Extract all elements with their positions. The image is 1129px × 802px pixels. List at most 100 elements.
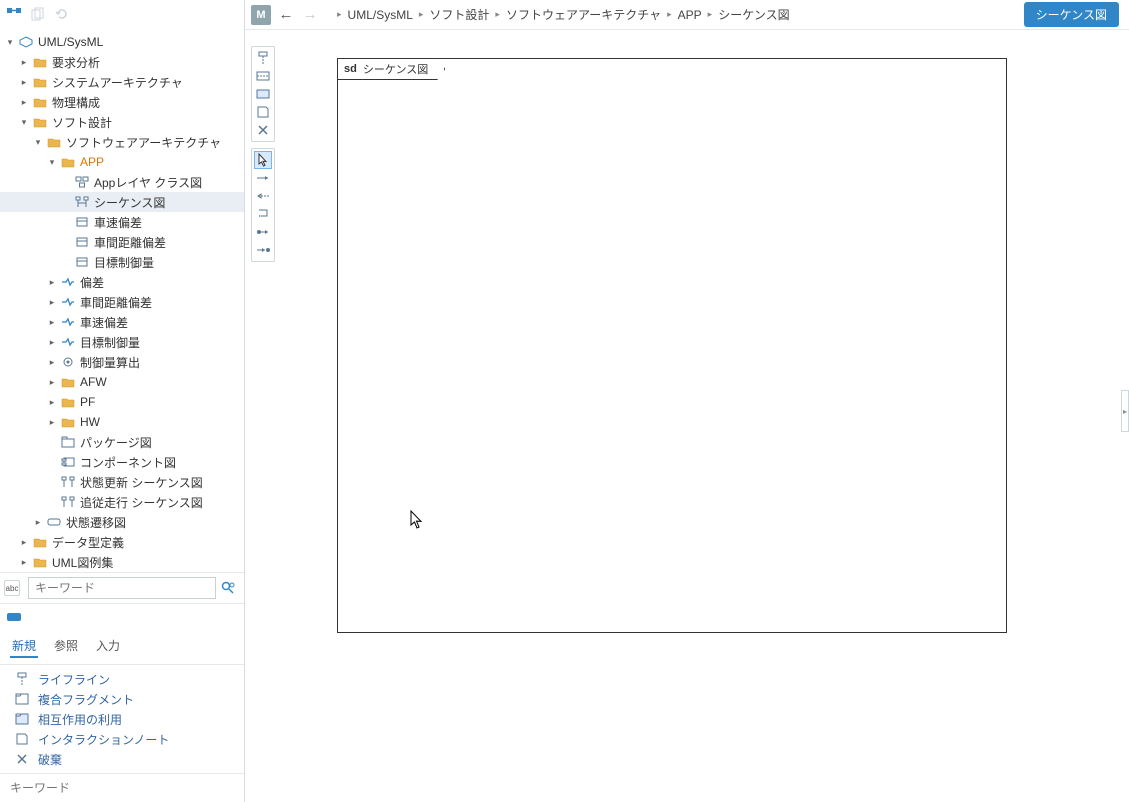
cursor-icon [410,510,424,530]
breadcrumb-item[interactable]: APP [678,8,702,22]
folder-icon [32,74,48,90]
tree-item[interactable]: ▸AFW [0,372,244,392]
lifeline-tool-icon[interactable] [254,49,272,67]
tree-label: Appレイヤ クラス図 [94,174,202,191]
tree-label: 目標制御量 [80,334,140,351]
tree-item[interactable]: ▸PF [0,392,244,412]
breadcrumb-item[interactable]: ソフト設計 [429,6,489,23]
copy-icon[interactable] [30,6,46,22]
tree-item[interactable]: ▸状態遷移図 [0,512,244,532]
tree-item[interactable]: 追従走行 シーケンス図 [0,492,244,512]
tree-item[interactable]: Appレイヤ クラス図 [0,172,244,192]
sync-message-tool-icon[interactable] [254,169,272,187]
tree-item[interactable]: ▸システムアーキテクチャ [0,72,244,92]
tab-input[interactable]: 入力 [94,635,122,658]
caret-icon: ▾ [4,36,16,48]
tool-group-2 [251,148,275,262]
palette-item-fragment[interactable]: 複合フラグメント [0,689,244,709]
chevron-right-icon: ▸ [667,9,672,20]
fragment-tool-icon[interactable] [254,67,272,85]
tab-new[interactable]: 新規 [10,635,38,658]
tree-label: パッケージ図 [80,434,152,451]
tree-label: 物理構成 [52,94,100,111]
tree-label: ソフト設計 [52,114,112,131]
reply-message-tool-icon[interactable] [254,187,272,205]
tree-item[interactable]: ▸車速偏差 [0,312,244,332]
tree-item[interactable]: コンポーネント図 [0,452,244,472]
canvas-area[interactable]: sd シーケンス図 [245,30,1129,802]
tree-item[interactable]: 目標制御量 [0,252,244,272]
overview-icon[interactable] [6,6,22,22]
destroy-tool-icon[interactable] [254,121,272,139]
caret-icon: ▸ [18,96,30,108]
caret-icon: ▸ [18,556,30,568]
caret-icon: ▸ [46,276,58,288]
tree-item[interactable]: ▸ 物理構成 [0,92,244,112]
palette-item-destroy[interactable]: 破棄 [0,749,244,769]
folder-icon [60,374,76,390]
tree-item[interactable]: ▸制御量算出 [0,352,244,372]
component-diagram-icon [60,454,76,470]
tree-item[interactable]: 車速偏差 [0,212,244,232]
note-tool-icon[interactable] [254,103,272,121]
palette-toggle-icon[interactable] [6,609,22,625]
tree-item[interactable]: 状態更新 シーケンス図 [0,472,244,492]
selection-tool-icon[interactable] [254,151,272,169]
diagram-type-pill[interactable]: シーケンス図 [1024,2,1119,27]
data-icon [74,254,90,270]
tree-item[interactable]: ▸HW [0,412,244,432]
bottom-search [0,773,244,802]
folder-icon [32,114,48,130]
abc-icon[interactable]: abc [4,580,20,596]
self-message-tool-icon[interactable] [254,205,272,223]
flow-icon [60,334,76,350]
tree-item[interactable]: ▸目標制御量 [0,332,244,352]
ref-tool-icon[interactable] [254,85,272,103]
tree-item[interactable]: パッケージ図 [0,432,244,452]
tree-item[interactable]: ▸要求分析 [0,52,244,72]
interaction-use-icon [14,711,30,727]
breadcrumb-item[interactable]: ソフトウェアアーキテクチャ [506,6,661,23]
palette-item-label: ライフライン [38,671,110,688]
tree-item[interactable]: ▾ソフト設計 [0,112,244,132]
filter-icon[interactable] [220,580,236,596]
data-icon [74,234,90,250]
diagram-frame[interactable]: sd シーケンス図 [337,58,1007,633]
breadcrumb: ▸ UML/SysML ▸ ソフト設計 ▸ ソフトウェアアーキテクチャ ▸ AP… [335,6,1018,23]
tree-item-selected[interactable]: シーケンス図 [0,192,244,212]
tree-item[interactable]: 車間距離偏差 [0,232,244,252]
palette-item-lifeline[interactable]: ライフライン [0,669,244,689]
tree-item[interactable]: ▸車間距離偏差 [0,292,244,312]
palette-search-input[interactable] [4,778,240,798]
tree-label: ソフトウェアアーキテクチャ [66,134,221,151]
folder-icon [32,54,48,70]
frame-title: シーケンス図 [363,61,428,77]
tree-label: 目標制御量 [94,254,154,271]
lost-message-tool-icon[interactable] [254,241,272,259]
tree-root[interactable]: ▾ UML/SysML [0,32,244,52]
tree-item[interactable]: ▸偏差 [0,272,244,292]
tree-item[interactable]: ▸ UML図例集 [0,552,244,572]
tree-item[interactable]: ▸データ型定義 [0,532,244,552]
folder-icon [32,534,48,550]
tree-label: UML図例集 [52,554,113,571]
palette-item-note[interactable]: インタラクションノート [0,729,244,749]
search-input[interactable] [28,577,216,599]
refresh-icon[interactable] [54,6,70,22]
tree-label: AFW [80,375,107,389]
tree-item[interactable]: ▾ソフトウェアアーキテクチャ [0,132,244,152]
found-message-tool-icon[interactable] [254,223,272,241]
nav-back-icon[interactable]: ← [277,6,295,24]
breadcrumb-item[interactable]: UML/SysML [348,8,413,22]
palette-item-label: 破棄 [38,751,62,768]
splitter-handle-right[interactable]: ▸ [1121,390,1129,432]
tree-container: ▾ UML/SysML ▸要求分析 ▸システムアーキテクチャ ▸物理構成 ▾ソフ… [0,28,244,572]
tree-item[interactable]: ▾APP [0,152,244,172]
tool-palette [251,46,275,262]
nav-forward-icon[interactable]: → [301,6,319,24]
palette-item-interactionuse[interactable]: 相互作用の利用 [0,709,244,729]
caret-icon: ▸ [32,516,44,528]
tab-ref[interactable]: 参照 [52,635,80,658]
folder-icon [32,554,48,570]
breadcrumb-item[interactable]: シーケンス図 [718,6,789,23]
